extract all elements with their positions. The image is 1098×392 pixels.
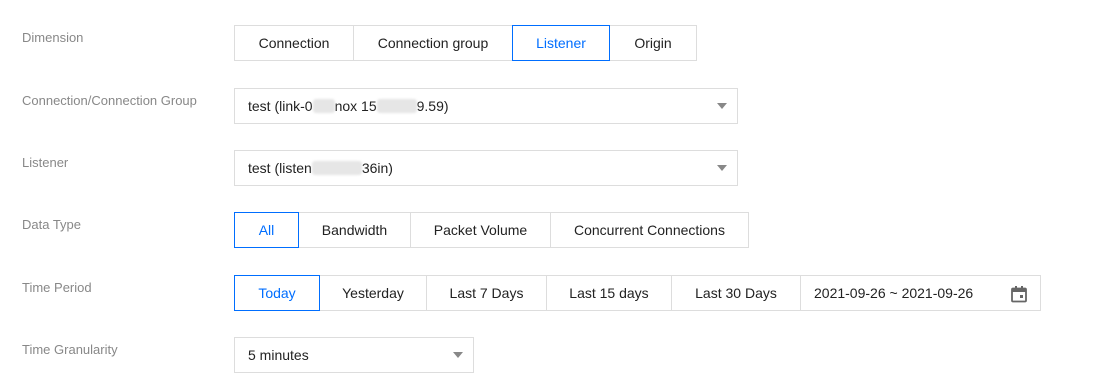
listener-value-start: test (listen (248, 160, 312, 176)
dimension-segmented-control: Connection Connection group Listener Ori… (234, 25, 697, 61)
time-period-option-last-15-days[interactable]: Last 15 days (546, 275, 672, 311)
time-granularity-label: Time Granularity (22, 342, 118, 357)
data-type-label: Data Type (22, 217, 82, 232)
connection-group-select[interactable]: test (link-0 nox 15 9.59) (234, 88, 738, 124)
listener-label: Listener (22, 155, 69, 170)
time-period-label: Time Period (22, 280, 92, 295)
time-period-option-yesterday[interactable]: Yesterday (319, 275, 427, 311)
time-granularity-value: 5 minutes (248, 347, 309, 363)
dimension-option-connection[interactable]: Connection (234, 25, 354, 61)
data-type-option-bandwidth[interactable]: Bandwidth (298, 212, 411, 248)
redacted-text (311, 161, 362, 175)
listener-value-end: 36in) (361, 160, 393, 176)
connection-group-value-mid: nox 15 (334, 98, 377, 114)
time-granularity-select[interactable]: 5 minutes (234, 337, 474, 373)
chevron-down-icon (453, 352, 463, 358)
listener-select[interactable]: test (listen 36in) (234, 150, 738, 186)
redacted-text (376, 99, 417, 113)
time-period-option-today[interactable]: Today (234, 275, 320, 311)
connection-group-value-end: 9.59) (416, 98, 449, 114)
connection-group-value-start: test (link-0 (248, 98, 313, 114)
date-range-value: 2021-09-26 ~ 2021-09-26 (814, 285, 974, 301)
redacted-text (312, 99, 335, 113)
time-period-option-last-7-days[interactable]: Last 7 Days (426, 275, 547, 311)
date-range-picker[interactable]: 2021-09-26 ~ 2021-09-26 (800, 275, 1041, 311)
dimension-option-origin[interactable]: Origin (609, 25, 697, 61)
dimension-label: Dimension (22, 30, 84, 45)
dimension-option-listener[interactable]: Listener (512, 25, 610, 61)
data-type-option-packet-volume[interactable]: Packet Volume (410, 212, 551, 248)
time-period-option-last-30-days[interactable]: Last 30 Days (671, 275, 801, 311)
chevron-down-icon (717, 165, 727, 171)
data-type-option-all[interactable]: All (234, 212, 299, 248)
dimension-option-connection-group[interactable]: Connection group (353, 25, 513, 61)
calendar-icon[interactable] (1010, 285, 1028, 303)
chevron-down-icon (717, 103, 727, 109)
data-type-segmented-control: All Bandwidth Packet Volume Concurrent C… (234, 212, 749, 248)
connection-group-label: Connection/Connection Group (22, 93, 197, 108)
time-period-segmented-control: Today Yesterday Last 7 Days Last 15 days… (234, 275, 1041, 311)
data-type-option-concurrent-connections[interactable]: Concurrent Connections (550, 212, 749, 248)
